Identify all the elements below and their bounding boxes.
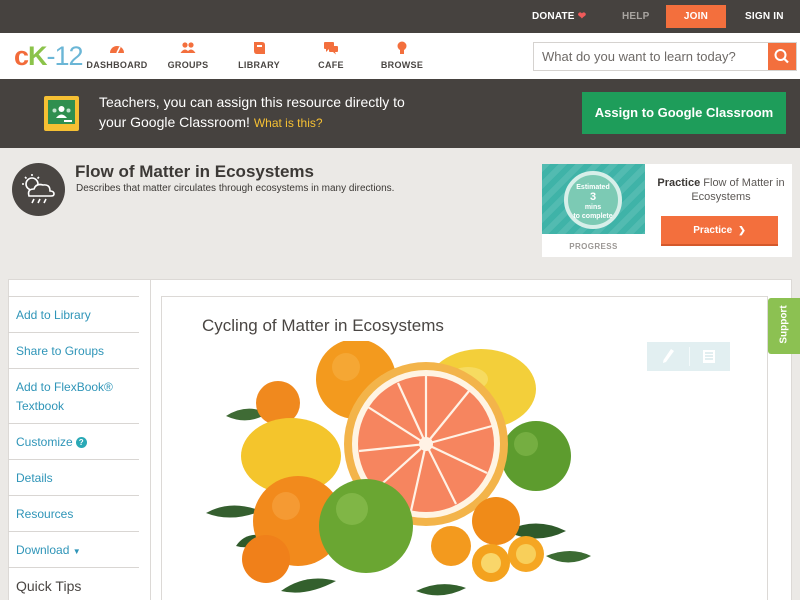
download-label: Download [16,543,70,557]
main-nav-bar: cK-12 DASHBOARD GROUPS LIBRARY CAFE BROW… [0,33,800,79]
sidebar-item-quick-tips[interactable]: Quick Tips [8,567,139,600]
sign-in-link[interactable]: SIGN IN [745,0,784,33]
dashboard-icon [110,46,124,54]
support-label: Support [778,305,790,344]
notes-icon[interactable] [702,349,716,364]
groups-icon [180,42,196,53]
sidebar-item-download[interactable]: Download ▼ [8,531,139,567]
pencil-icon[interactable] [661,348,675,365]
top-utility-bar: DONATE ❤ HELP JOIN SIGN IN [0,0,800,33]
flexbook-line1: Add to FlexBook® [16,380,113,394]
practice-label-rest: Flow of Matter in Ecosystems [691,177,785,203]
sidebar-item-details[interactable]: Details [8,459,139,495]
estimated-time: Estimated 3 mins to complete [564,183,622,221]
chevron-right-icon: ❯ [738,225,746,235]
practice-button-label: Practice [693,225,733,236]
logo-k: K [28,41,47,71]
nav-cafe-label: CAFE [318,60,344,70]
classroom-message-line2: your Google Classroom! [99,114,250,130]
estimated-mins-word: mins [584,204,602,211]
google-classroom-icon [44,96,79,131]
tools-separator [689,347,690,366]
sidebar: Add to Library Share to Groups Add to Fl… [8,296,139,600]
practice-label-bold: Practice [657,177,701,189]
sidebar-item-resources[interactable]: Resources [8,495,139,531]
search-button[interactable] [768,43,796,70]
nav-browse[interactable]: BROWSE [367,41,437,70]
sidebar-item-customize[interactable]: Customize? [8,423,139,459]
nav-cafe[interactable]: CAFE [296,41,366,70]
sidebar-divider [150,280,151,600]
page-title: Flow of Matter in Ecosystems [75,162,314,181]
estimated-mins-number: 3 [589,191,597,203]
classroom-message: Teachers, you can assign this resource d… [99,92,439,133]
search-box [533,42,797,71]
nav-library[interactable]: LIBRARY [224,41,294,70]
nav-groups-label: GROUPS [167,60,209,70]
ck12-logo[interactable]: cK-12 [14,41,84,71]
weather-icon [12,163,65,216]
help-link[interactable]: HELP [622,0,649,33]
join-button[interactable]: JOIN [666,5,726,28]
nav-browse-label: BROWSE [380,60,424,70]
heart-icon: ❤ [577,11,587,22]
assign-google-classroom-button[interactable]: Assign to Google Classroom [582,92,786,134]
logo-c: c [14,41,29,71]
what-is-this-link[interactable]: What is this? [254,116,323,130]
citrus-fruit-image [206,341,591,596]
sidebar-item-add-flexbook[interactable]: Add to FlexBook® Textbook [8,368,139,423]
donate-label: DONATE [532,11,575,22]
sidebar-item-add-library[interactable]: Add to Library [8,296,139,332]
practice-button[interactable]: Practice ❯ [661,216,778,244]
flexbook-line2: Textbook [16,399,65,413]
classroom-message-line2-wrap: your Google Classroom! What is this? [99,112,439,133]
content-title: Cycling of Matter in Ecosystems [202,316,444,335]
nav-groups[interactable]: GROUPS [153,41,223,70]
library-icon [254,42,265,54]
nav-dashboard-label: DASHBOARD [86,60,148,70]
practice-card: Estimated 3 mins to complete PROGRESS Pr… [542,164,792,257]
classroom-message-line1: Teachers, you can assign this resource d… [99,94,405,110]
browse-icon [397,41,407,54]
estimated-complete: to complete [573,213,613,220]
progress-label: PROGRESS [569,242,618,251]
cafe-icon [324,42,338,55]
donate-link[interactable]: DONATE ❤ [532,0,586,33]
estimated-label: Estimated [576,184,610,191]
practice-label: Practice Flow of Matter in Ecosystems [650,176,792,204]
page-description: Describes that matter circulates through… [76,183,395,194]
nav-dashboard[interactable]: DASHBOARD [82,41,152,70]
content-tools [647,342,730,371]
support-tab[interactable]: Support [768,298,800,354]
customize-label: Customize [16,435,73,449]
help-icon[interactable]: ? [75,437,87,448]
search-input[interactable] [534,43,768,70]
search-icon [774,49,789,64]
logo-rest: -12 [46,41,84,71]
nav-library-label: LIBRARY [238,60,280,70]
caret-down-icon: ▼ [72,547,81,556]
sidebar-item-share-groups[interactable]: Share to Groups [8,332,139,368]
